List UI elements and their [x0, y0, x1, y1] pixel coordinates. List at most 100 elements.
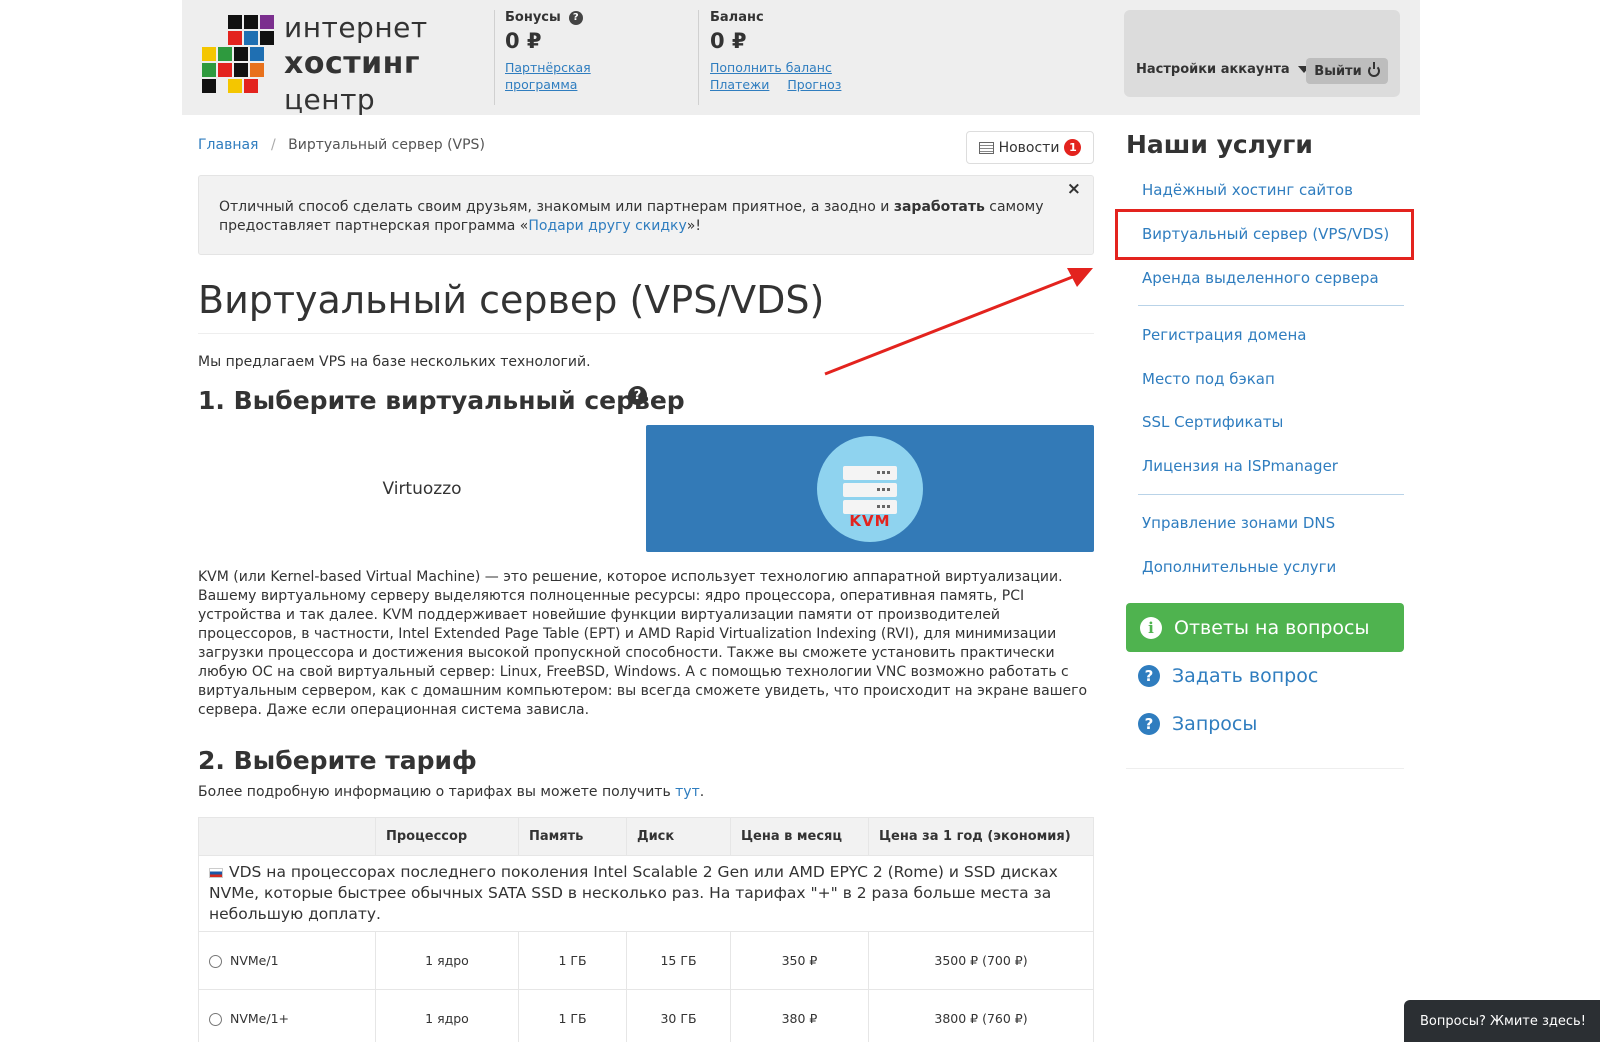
bonuses-value: 0 ₽ [505, 29, 542, 53]
logo-mosaic-icon [202, 15, 274, 95]
step2-heading: 2. Выберите тариф [198, 746, 477, 775]
breadcrumb-separator: / [270, 137, 276, 153]
step1-heading: 1. Выберите виртуальный сервер [198, 386, 685, 415]
site-header: интернет хостинг центр Бонусы ? 0 ₽ Парт… [182, 0, 1420, 116]
help-icon[interactable]: ? [628, 386, 647, 405]
account-settings-label: Настройки аккаунта [1136, 62, 1290, 77]
logout-button[interactable]: Выйти [1306, 58, 1388, 84]
tariff-radio[interactable] [209, 955, 222, 968]
tariff-name-cell: NVMe/1+ [198, 989, 376, 1042]
table-header-row: Процессор Память Диск Цена в месяц Цена … [198, 817, 1094, 856]
requests-link[interactable]: ? Запросы [1138, 713, 1257, 735]
partner-program-link[interactable]: Партнёрская программа [505, 60, 591, 92]
tariff-name: NVMe/1 [230, 953, 279, 968]
account-panel: Настройки аккаунта Выйти [1124, 10, 1400, 97]
column-header: Память [518, 817, 627, 856]
sidebar-item-backup[interactable]: Место под бэкап [1142, 370, 1275, 388]
logo-line-2: хостинг [284, 46, 421, 81]
highlight-box [1115, 209, 1414, 260]
table-row[interactable]: NVMe/1 1 ядро 1 ГБ 15 ГБ 350 ₽ 3500 ₽ (7… [198, 931, 1094, 990]
column-header: Цена в месяц [730, 817, 869, 856]
column-header: Диск [626, 817, 731, 856]
kvm-label: KVM [849, 512, 891, 530]
kvm-description: KVM (или Kernel-based Virtual Machine) —… [198, 569, 1088, 718]
group-description-text: VDS на процессорах последнего поколения … [209, 863, 1058, 923]
tariff-info-link[interactable]: тут [675, 784, 700, 800]
tariff-radio[interactable] [209, 1013, 222, 1026]
table-group-row: VDS на процессорах последнего поколения … [198, 855, 1094, 932]
news-button[interactable]: Новости 1 [966, 131, 1094, 164]
column-header: Процессор [375, 817, 519, 856]
payments-link[interactable]: Платежи [710, 77, 769, 92]
bonuses-block: Бонусы ? 0 ₽ Партнёрская программа [505, 10, 595, 93]
partner-promo-alert: Отличный способ сделать своим друзьям, з… [198, 175, 1094, 255]
question-icon: ? [1138, 665, 1160, 687]
disk-cell: 15 ГБ [626, 931, 731, 990]
account-settings-dropdown[interactable]: Настройки аккаунта [1136, 62, 1310, 77]
balance-value: 0 ₽ [710, 29, 747, 53]
server-rack-icon: KVM [817, 436, 923, 542]
sidebar-item-hosting[interactable]: Надёжный хостинг сайтов [1142, 181, 1353, 199]
breadcrumb: Главная / Виртуальный сервер (VPS) [198, 137, 485, 153]
close-icon[interactable]: × [1067, 180, 1081, 199]
chat-widget-button[interactable]: Вопросы? Жмите здесь! [1404, 1000, 1600, 1042]
power-icon [1367, 62, 1380, 77]
tariff-info-label: Более подробную информацию о тарифах вы … [198, 784, 676, 800]
gift-discount-link[interactable]: Подари другу скидку [528, 218, 686, 234]
faq-label: Ответы на вопросы [1174, 616, 1370, 639]
table-row[interactable]: NVMe/1+ 1 ядро 1 ГБ 30 ГБ 380 ₽ 3800 ₽ (… [198, 989, 1094, 1042]
news-count-badge: 1 [1064, 139, 1082, 156]
intro-text: Мы предлагаем VPS на базе нескольких тех… [198, 354, 591, 370]
year-price-cell: 3800 ₽ (760 ₽) [868, 989, 1094, 1042]
sidebar-item-ispmanager[interactable]: Лицензия на ISPmanager [1142, 457, 1338, 475]
breadcrumb-home-link[interactable]: Главная [198, 137, 258, 153]
virtuozzo-option[interactable]: Virtuozzo [198, 425, 646, 552]
logo-line-3: центр [284, 83, 376, 116]
sidebar-item-domains[interactable]: Регистрация домена [1142, 326, 1306, 344]
logo-line-1: интернет [284, 11, 428, 44]
sidebar-item-ssl[interactable]: SSL Сертификаты [1142, 413, 1283, 431]
column-header [198, 817, 376, 856]
news-label: Новости [998, 139, 1060, 156]
tariff-info-text: Более подробную информацию о тарифах вы … [198, 784, 704, 800]
column-header: Цена за 1 год (экономия) [868, 817, 1094, 856]
alert-text-3: »! [686, 218, 701, 234]
disk-cell: 30 ГБ [626, 989, 731, 1042]
balance-label: Баланс [710, 10, 764, 25]
tariff-table: Процессор Память Диск Цена в месяц Цена … [198, 817, 1094, 1042]
question-icon: ? [1138, 713, 1160, 735]
sidebar-divider [1138, 494, 1404, 495]
title-divider [198, 333, 1094, 334]
header-divider [698, 10, 699, 105]
requests-label: Запросы [1172, 713, 1258, 735]
sidebar-divider [1138, 305, 1404, 306]
month-price-cell: 350 ₽ [730, 931, 869, 990]
header-divider [494, 10, 495, 105]
sidebar-item-dns[interactable]: Управление зонами DNS [1142, 514, 1335, 532]
chat-widget-label: Вопросы? Жмите здесь! [1420, 1013, 1586, 1029]
ram-cell: 1 ГБ [518, 989, 627, 1042]
kvm-option[interactable]: KVM [646, 425, 1094, 552]
site-logo[interactable]: интернет хостинг центр [202, 10, 452, 116]
balance-block: Баланс 0 ₽ Пополнить баланс Платежи Прог… [710, 10, 841, 93]
sidebar-item-dedicated[interactable]: Аренда выделенного сервера [1142, 269, 1379, 287]
tariff-info-end: . [699, 784, 705, 800]
russia-flag-icon [209, 867, 223, 878]
forecast-link[interactable]: Прогноз [787, 77, 841, 92]
topup-balance-link[interactable]: Пополнить баланс [710, 60, 832, 75]
ram-cell: 1 ГБ [518, 931, 627, 990]
info-icon: i [1140, 616, 1162, 639]
tariff-name: NVMe/1+ [230, 1011, 290, 1026]
newspaper-icon [978, 141, 994, 154]
ask-question-link[interactable]: ? Задать вопрос [1138, 665, 1318, 687]
cpu-cell: 1 ядро [375, 931, 519, 990]
tariff-name-cell: NVMe/1 [198, 931, 376, 990]
breadcrumb-current: Виртуальный сервер (VPS) [288, 137, 485, 153]
bonuses-label: Бонусы [505, 10, 561, 25]
faq-button[interactable]: i Ответы на вопросы [1126, 603, 1404, 652]
group-description: VDS на процессорах последнего поколения … [198, 855, 1094, 932]
virtuozzo-logo: Virtuozzo [382, 478, 462, 499]
sidebar-item-extra[interactable]: Дополнительные услуги [1142, 558, 1336, 576]
help-icon[interactable]: ? [568, 10, 583, 25]
logo-text: интернет хостинг центр [284, 10, 428, 118]
